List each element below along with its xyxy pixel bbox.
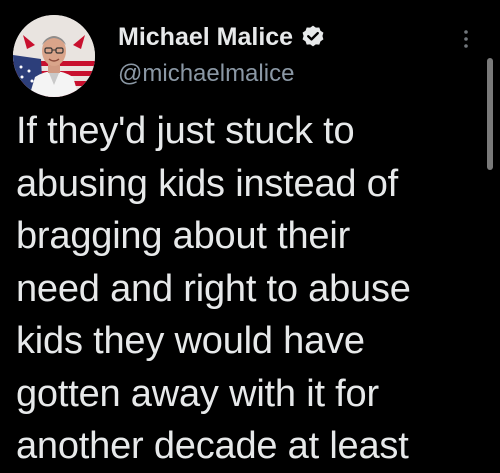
verified-badge-icon: [300, 24, 326, 50]
avatar-image: [13, 15, 95, 97]
tweet-card: Michael Malice @michaelmalice If they'd …: [0, 0, 500, 473]
tweet-header: Michael Malice @michaelmalice: [118, 20, 440, 88]
more-options-icon[interactable]: [462, 27, 470, 53]
scrollbar[interactable]: [487, 58, 493, 170]
user-handle[interactable]: @michaelmalice: [118, 60, 440, 88]
display-name[interactable]: Michael Malice: [118, 23, 293, 52]
tweet-text: If they'd just stuck to abusing kids ins…: [16, 110, 411, 467]
avatar[interactable]: [13, 15, 95, 97]
name-row: Michael Malice: [118, 20, 440, 54]
